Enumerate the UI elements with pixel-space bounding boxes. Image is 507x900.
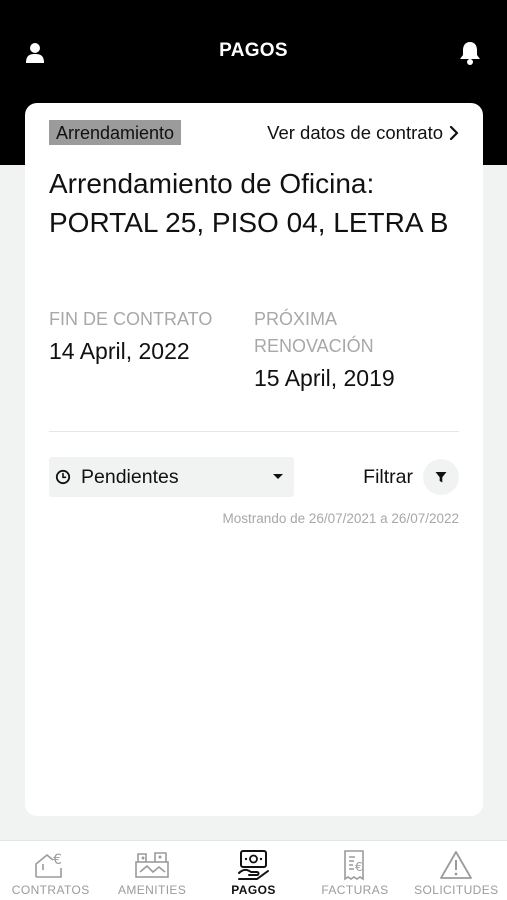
tab-facturas[interactable]: € FACTURAS (304, 841, 405, 900)
renewal-label-line1: PRÓXIMA (254, 309, 338, 329)
invoice-euro-icon: € (344, 849, 364, 880)
tab-contratos-label: CONTRATOS (11, 883, 90, 897)
notifications-button[interactable] (455, 38, 485, 68)
caret-down-icon (273, 474, 283, 479)
funnel-icon (435, 471, 447, 482)
tab-pagos[interactable]: PAGOS (203, 841, 304, 900)
svg-text:€: € (355, 860, 363, 874)
amenities-icon (135, 851, 169, 878)
view-contract-link[interactable]: Ver datos de contrato (267, 120, 459, 146)
filter-button[interactable]: Filtrar (363, 458, 459, 496)
renewal-label-line2: RENOVACIÓN (254, 336, 374, 356)
page-title: PAGOS (219, 40, 288, 61)
date-range-text: Mostrando de 26/07/2021 a 26/07/2022 (222, 511, 459, 526)
tab-facturas-label: FACTURAS (321, 883, 389, 897)
divider (49, 431, 459, 432)
warning-icon (440, 850, 473, 879)
chevron-right-icon (449, 125, 459, 141)
tab-pagos-label: PAGOS (231, 883, 276, 897)
view-contract-label: Ver datos de contrato (267, 122, 443, 143)
status-dropdown[interactable]: Pendientes (49, 457, 294, 497)
contract-card: Arrendamiento Ver datos de contrato Arre… (25, 103, 483, 816)
contract-euro-icon: € (34, 852, 62, 878)
contract-title: Arrendamiento de Oficina: PORTAL 25, PIS… (49, 168, 449, 238)
tab-amenities-label: AMENITIES (117, 883, 187, 897)
filter-icon-button[interactable] (423, 459, 459, 495)
end-date-label: FIN DE CONTRATO (49, 309, 213, 329)
tab-solicitudes[interactable]: SOLICITUDES (406, 841, 507, 900)
svg-text:€: € (53, 852, 62, 868)
payments-icon (237, 849, 269, 880)
bottom-tab-bar: € CONTRATOS AMENITIES PAGOS € FACTURAS S… (0, 840, 507, 900)
end-date-value: 14 April, 2022 (49, 338, 190, 364)
filter-label: Filtrar (363, 465, 413, 488)
contract-type-badge: Arrendamiento (49, 120, 182, 145)
tab-solicitudes-label: SOLICITUDES (414, 883, 499, 897)
renewal-date-value: 15 April, 2019 (254, 365, 395, 391)
tab-amenities[interactable]: AMENITIES (101, 841, 202, 900)
bell-icon (460, 42, 480, 65)
status-dropdown-value: Pendientes (81, 465, 179, 488)
tab-contratos[interactable]: € CONTRATOS (0, 841, 101, 900)
clock-icon (55, 469, 71, 485)
